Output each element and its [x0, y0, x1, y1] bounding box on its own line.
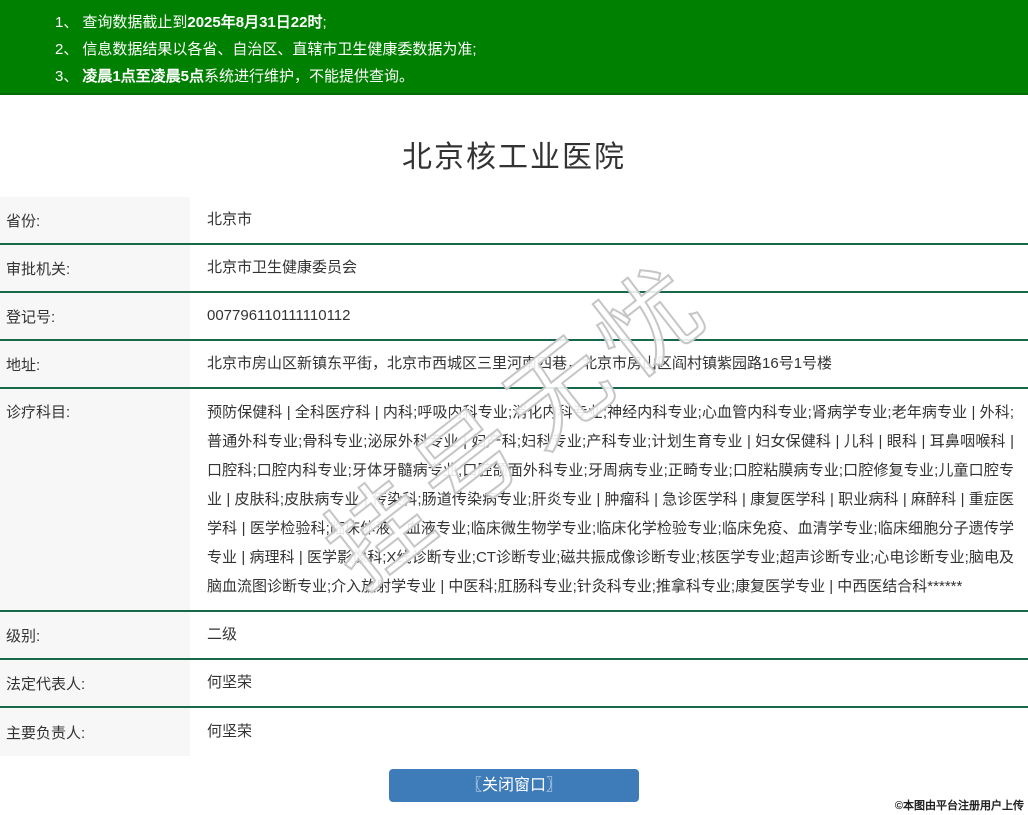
row-value: 何坚荣 — [190, 660, 1028, 706]
notice-text: 查询数据截止到 — [82, 14, 187, 31]
row-label: 省份: — [0, 197, 190, 243]
row-value: 预防保健科 | 全科医疗科 | 内科;呼吸内科专业;消化内科专业;神经内科专业;… — [190, 389, 1028, 610]
notice-text: ; — [322, 14, 326, 31]
button-bar: 〖关闭窗口〗 — [0, 769, 1028, 802]
notice-line-1: 1、查询数据截止到2025年8月31日22时; — [55, 9, 1018, 36]
table-row-approval-authority: 审批机关: 北京市卫生健康委员会 — [0, 245, 1028, 293]
notice-line-3: 3、凌晨1点至凌晨5点系统进行维护，不能提供查询。 — [55, 63, 1018, 90]
row-value: 何坚荣 — [190, 708, 1028, 756]
row-label: 审批机关: — [0, 245, 190, 291]
notice-text-bold: 凌晨1点至凌晨5点 — [82, 68, 204, 85]
notice-number: 3、 — [55, 68, 78, 85]
table-row-legal-representative: 法定代表人: 何坚荣 — [0, 660, 1028, 708]
row-label: 主要负责人: — [0, 708, 190, 756]
row-label: 诊疗科目: — [0, 389, 190, 610]
notice-banner: 1、查询数据截止到2025年8月31日22时; 2、信息数据结果以各省、自治区、… — [0, 0, 1028, 95]
notice-number: 2、 — [55, 41, 78, 58]
table-row-registration-number: 登记号: 007796110111110112 — [0, 293, 1028, 341]
row-label: 级别: — [0, 612, 190, 658]
notice-text-bold: 2025年8月31日22时 — [187, 14, 322, 31]
table-row-main-person-in-charge: 主要负责人: 何坚荣 — [0, 708, 1028, 756]
row-value: 北京市 — [190, 197, 1028, 243]
upload-credit: ©本图由平台注册用户上传 — [895, 797, 1024, 813]
hospital-info-table: 省份: 北京市 审批机关: 北京市卫生健康委员会 登记号: 0077961101… — [0, 197, 1028, 756]
row-value: 007796110111110112 — [190, 293, 1028, 339]
table-row-level: 级别: 二级 — [0, 612, 1028, 660]
table-row-address: 地址: 北京市房山区新镇东平街，北京市西城区三里河南四巷，北京市房山区阎村镇紫园… — [0, 341, 1028, 389]
close-window-button[interactable]: 〖关闭窗口〗 — [389, 769, 639, 802]
row-value: 北京市卫生健康委员会 — [190, 245, 1028, 291]
page-title: 北京核工业医院 — [0, 132, 1028, 176]
notice-line-2: 2、信息数据结果以各省、自治区、直辖市卫生健康委数据为准; — [55, 36, 1018, 63]
notice-text: 信息数据结果以各省、自治区、直辖市卫生健康委数据为准; — [82, 41, 476, 58]
notice-text: 系统进行维护，不能提供查询。 — [204, 68, 414, 85]
row-value: 北京市房山区新镇东平街，北京市西城区三里河南四巷，北京市房山区阎村镇紫园路16号… — [190, 341, 1028, 387]
table-row-province: 省份: 北京市 — [0, 197, 1028, 245]
table-row-medical-subjects: 诊疗科目: 预防保健科 | 全科医疗科 | 内科;呼吸内科专业;消化内科专业;神… — [0, 389, 1028, 612]
row-label: 地址: — [0, 341, 190, 387]
notice-number: 1、 — [55, 14, 78, 31]
row-label: 登记号: — [0, 293, 190, 339]
row-value: 二级 — [190, 612, 1028, 658]
row-label: 法定代表人: — [0, 660, 190, 706]
